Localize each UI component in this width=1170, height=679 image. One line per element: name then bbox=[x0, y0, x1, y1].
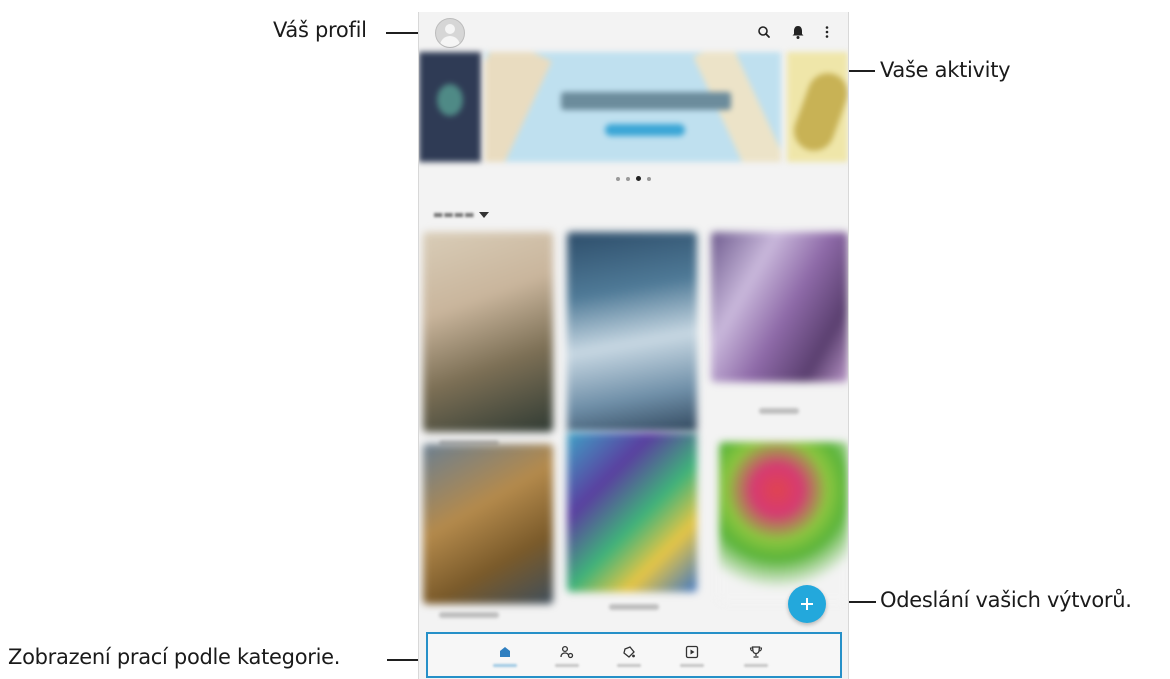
artwork-thumbnail[interactable] bbox=[423, 444, 553, 604]
banner-art bbox=[485, 52, 552, 162]
carousel-dot-active bbox=[636, 176, 641, 181]
avatar-body bbox=[440, 36, 460, 47]
artwork-thumbnail[interactable] bbox=[719, 442, 848, 602]
artwork-caption bbox=[439, 612, 499, 618]
nav-label bbox=[493, 664, 517, 667]
more-vertical-icon[interactable] bbox=[817, 22, 837, 42]
nav-label bbox=[617, 664, 641, 667]
play-icon bbox=[685, 645, 699, 659]
upload-button[interactable] bbox=[788, 585, 826, 623]
callout-upload: Odeslání vašich výtvorů. bbox=[880, 588, 1132, 612]
carousel-dot bbox=[626, 177, 630, 181]
callout-profile: Váš profil bbox=[273, 18, 367, 42]
banner-button bbox=[605, 124, 685, 136]
app-screen: ▬▬▬▬ bbox=[418, 12, 849, 679]
top-bar bbox=[419, 12, 848, 52]
home-icon bbox=[500, 647, 510, 657]
category-filter[interactable]: ▬▬▬▬ bbox=[433, 208, 475, 221]
nav-live[interactable] bbox=[677, 640, 707, 670]
users-icon bbox=[560, 645, 574, 659]
callout-categories: Zobrazení prací podle kategorie. bbox=[8, 645, 341, 669]
banner-card-main[interactable] bbox=[485, 52, 781, 162]
banner-art bbox=[788, 67, 848, 157]
plus-icon bbox=[801, 598, 813, 610]
artwork-thumbnail[interactable] bbox=[567, 432, 697, 592]
nav-label bbox=[680, 664, 704, 667]
bell-icon[interactable] bbox=[788, 22, 808, 42]
banner-art bbox=[437, 84, 463, 116]
banner-card-left[interactable] bbox=[419, 52, 481, 162]
nav-coloring[interactable] bbox=[614, 640, 644, 670]
artwork-thumbnail[interactable] bbox=[423, 232, 553, 432]
callout-activities: Vaše aktivity bbox=[880, 58, 1011, 82]
search-icon[interactable] bbox=[754, 22, 774, 42]
banner-card-right[interactable] bbox=[787, 52, 848, 162]
nav-label bbox=[744, 664, 768, 667]
profile-avatar[interactable] bbox=[435, 18, 465, 48]
carousel-indicator bbox=[419, 176, 848, 181]
artwork-caption bbox=[759, 408, 799, 414]
nav-following[interactable] bbox=[552, 640, 582, 670]
carousel-dot bbox=[647, 177, 651, 181]
trophy-icon bbox=[749, 646, 763, 658]
bottom-navigation bbox=[426, 632, 842, 678]
dropdown-arrow-icon[interactable] bbox=[479, 212, 489, 218]
banner-title bbox=[561, 92, 731, 110]
artwork-caption bbox=[609, 604, 659, 610]
palette-icon bbox=[623, 646, 635, 658]
avatar-head bbox=[445, 24, 455, 34]
carousel-dot bbox=[616, 177, 620, 181]
nav-challenges[interactable] bbox=[741, 640, 771, 670]
nav-home[interactable] bbox=[490, 640, 520, 670]
nav-label bbox=[555, 664, 579, 667]
artwork-thumbnail[interactable] bbox=[567, 232, 697, 432]
artwork-thumbnail[interactable] bbox=[711, 232, 848, 382]
